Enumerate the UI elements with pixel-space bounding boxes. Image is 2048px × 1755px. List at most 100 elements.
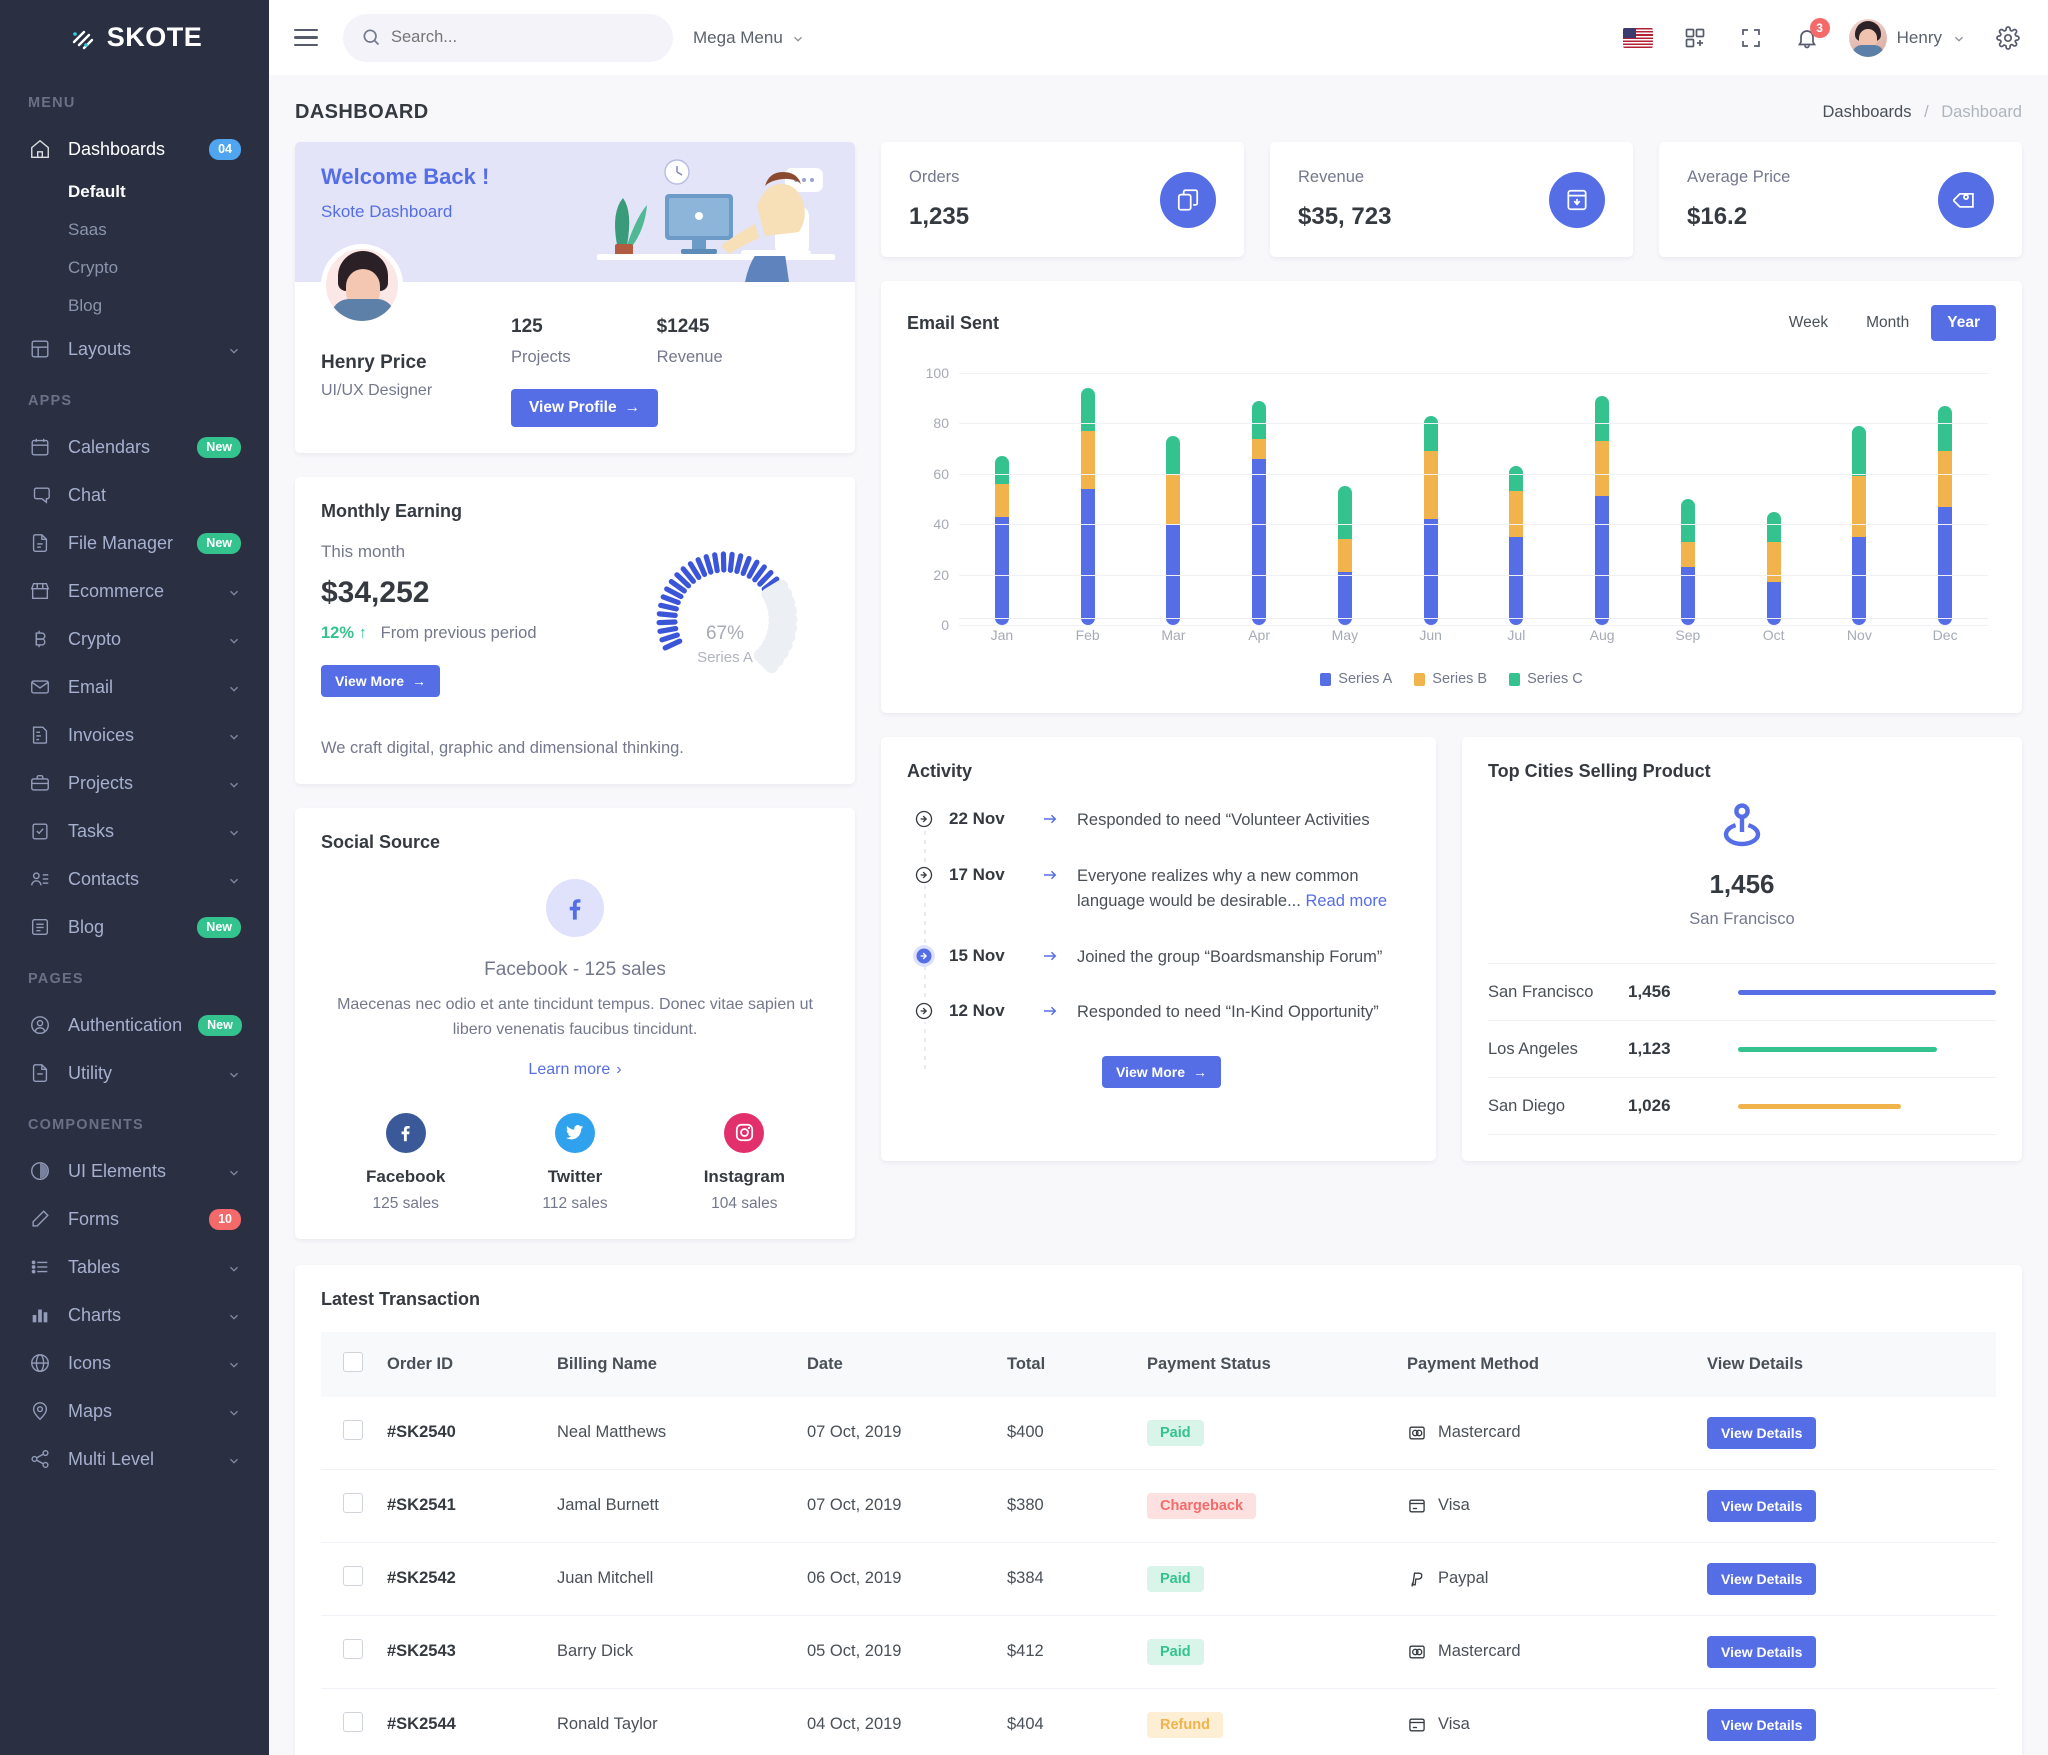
chart-bar-column[interactable] [959, 373, 1045, 625]
social-description: Maecenas nec odio et ante tincidunt temp… [337, 996, 813, 1038]
chart-bar-segment [1080, 388, 1095, 431]
row-checkbox[interactable] [343, 1639, 363, 1660]
select-all-checkbox[interactable] [343, 1351, 363, 1372]
range-week-button[interactable]: Week [1773, 305, 1844, 341]
circle-arrow-icon [913, 1000, 935, 1023]
sidebar-item-ecommerce[interactable]: Ecommerce [0, 567, 269, 615]
chart-bar-column[interactable] [1731, 373, 1817, 625]
delta-value: 12% [321, 624, 355, 642]
breadcrumb-parent[interactable]: Dashboards [1823, 103, 1912, 121]
learn-more-link[interactable]: Learn more › [528, 1061, 621, 1079]
chart-bar-column[interactable] [1559, 373, 1645, 625]
sidebar-item-contacts[interactable]: Contacts [0, 855, 269, 903]
chart-bar-column[interactable] [1817, 373, 1903, 625]
sidebar-subitem-saas[interactable]: Saas [0, 211, 269, 249]
row-checkbox[interactable] [343, 1566, 363, 1587]
social-item-twitter[interactable]: Twitter 112 sales [490, 1112, 659, 1213]
us-flag-icon[interactable] [1622, 27, 1653, 48]
sidebar-item-tables[interactable]: Tables [0, 1243, 269, 1291]
sidebar-item-invoices[interactable]: Invoices [0, 711, 269, 759]
social-item-instagram[interactable]: Instagram 104 sales [660, 1112, 829, 1213]
sidebar-subitem-default[interactable]: Default [0, 173, 269, 211]
sidebar-item-ui-elements[interactable]: UI Elements [0, 1147, 269, 1195]
chart-legend-item[interactable]: Series A [1320, 671, 1392, 687]
share-icon [28, 1447, 52, 1471]
sidebar-item-layouts[interactable]: Layouts [0, 325, 269, 373]
table-row[interactable]: #SK2540 Neal Matthews 07 Oct, 2019 $400 Paid… [321, 1396, 1996, 1470]
bell-icon[interactable]: 3 [1793, 17, 1830, 52]
chart-bar-column[interactable] [1388, 373, 1474, 625]
read-more-link[interactable]: Read more [1305, 892, 1387, 910]
view-details-button[interactable]: View Details [1707, 1708, 1817, 1741]
cell-order-id: #SK2542 [377, 1542, 547, 1616]
row-checkbox[interactable] [343, 1420, 363, 1441]
sidebar-item-crypto[interactable]: Crypto [0, 615, 269, 663]
menu-toggle-icon[interactable] [289, 21, 323, 55]
row-checkbox[interactable] [343, 1712, 363, 1733]
social-item-facebook[interactable]: Facebook 125 sales [321, 1112, 490, 1213]
view-more-activity-button[interactable]: View More → [1102, 1055, 1221, 1088]
view-details-button[interactable]: View Details [1707, 1635, 1817, 1668]
sidebar-item-tasks[interactable]: Tasks [0, 807, 269, 855]
chart-bar-column[interactable] [1216, 373, 1302, 625]
sidebar-item-forms[interactable]: Forms 10 [0, 1195, 269, 1243]
sidebar-item-file-manager[interactable]: File Manager New [0, 519, 269, 567]
mega-menu-button[interactable]: Mega Menu [693, 28, 805, 48]
sidebar-subitem-crypto[interactable]: Crypto [0, 249, 269, 287]
table-row[interactable]: #SK2543 Barry Dick 05 Oct, 2019 $412 Paid Mas… [321, 1615, 1996, 1689]
settings-gear-icon[interactable] [1994, 24, 2022, 52]
row-checkbox[interactable] [343, 1493, 363, 1514]
chart-bar-column[interactable] [1131, 373, 1217, 625]
chart-bar-column[interactable] [1902, 373, 1988, 625]
fullscreen-icon[interactable] [1737, 24, 1765, 52]
view-details-button[interactable]: View Details [1707, 1489, 1817, 1522]
view-details-button[interactable]: View Details [1707, 1416, 1817, 1449]
view-profile-button[interactable]: View Profile → [511, 389, 659, 427]
sidebar-item-multi-level[interactable]: Multi Level [0, 1435, 269, 1483]
sidebar-item-maps[interactable]: Maps [0, 1387, 269, 1435]
sidebar-item-authentication[interactable]: Authentication New [0, 1001, 269, 1049]
chart-legend-item[interactable]: Series C [1509, 671, 1583, 687]
activity-item: 12 Nov Responded to need “In-Kind Opport… [913, 1000, 1410, 1026]
sidebar-item-label: Projects [68, 772, 134, 793]
cell-order-id: #SK2543 [377, 1615, 547, 1689]
apps-grid-icon[interactable] [1681, 24, 1709, 52]
sidebar-item-calendars[interactable]: Calendars New [0, 423, 269, 471]
sidebar-item-dashboards[interactable]: Dashboards 04 [0, 125, 269, 173]
view-details-button[interactable]: View Details [1707, 1562, 1817, 1595]
chart-y-tick: 0 [941, 617, 949, 633]
sidebar-item-icons[interactable]: Icons [0, 1339, 269, 1387]
chart-bar-column[interactable] [1645, 373, 1731, 625]
chart-x-label: May [1331, 627, 1359, 643]
sidebar-item-charts[interactable]: Charts [0, 1291, 269, 1339]
sidebar-subitem-blog[interactable]: Blog [0, 287, 269, 325]
range-year-button[interactable]: Year [1931, 305, 1996, 341]
chart-bar-column[interactable] [1474, 373, 1560, 625]
chart-bar-segment [1252, 400, 1267, 439]
chart-legend-item[interactable]: Series B [1414, 671, 1487, 687]
user-menu[interactable]: Henry [1848, 18, 1966, 57]
bitcoin-icon [28, 627, 52, 651]
cell-payment-status: Refund [1137, 1688, 1397, 1755]
sidebar-item-label: Calendars [68, 436, 151, 457]
view-more-earning-button[interactable]: View More → [321, 665, 440, 697]
sidebar-item-email[interactable]: Email [0, 663, 269, 711]
chart-bar-column[interactable] [1302, 373, 1388, 625]
search-input[interactable] [343, 13, 673, 62]
table-row[interactable]: #SK2544 Ronald Taylor 04 Oct, 2019 $404 Refu… [321, 1688, 1996, 1755]
chevron-down-icon [227, 680, 241, 694]
sidebar-item-blog[interactable]: Blog New [0, 903, 269, 951]
sidebar-item-utility[interactable]: Utility [0, 1049, 269, 1097]
cell-date: 05 Oct, 2019 [797, 1615, 997, 1689]
table-row[interactable]: #SK2542 Juan Mitchell 06 Oct, 2019 $384 Paid… [321, 1542, 1996, 1616]
table-row[interactable]: #SK2541 Jamal Burnett 07 Oct, 2019 $380 Char… [321, 1469, 1996, 1543]
file-icon [28, 531, 52, 555]
brand-logo[interactable]: SKOTE [0, 0, 269, 75]
activity-card: Activity 22 Nov Responded to need “Volun… [881, 737, 1436, 1161]
chart-bar-column[interactable] [1045, 373, 1131, 625]
sidebar-item-chat[interactable]: Chat [0, 471, 269, 519]
sidebar-item-projects[interactable]: Projects [0, 759, 269, 807]
chart-y-tick: 20 [933, 566, 949, 583]
range-month-button[interactable]: Month [1850, 305, 1925, 341]
profile-block: Henry Price UI/UX Designer [321, 244, 511, 427]
